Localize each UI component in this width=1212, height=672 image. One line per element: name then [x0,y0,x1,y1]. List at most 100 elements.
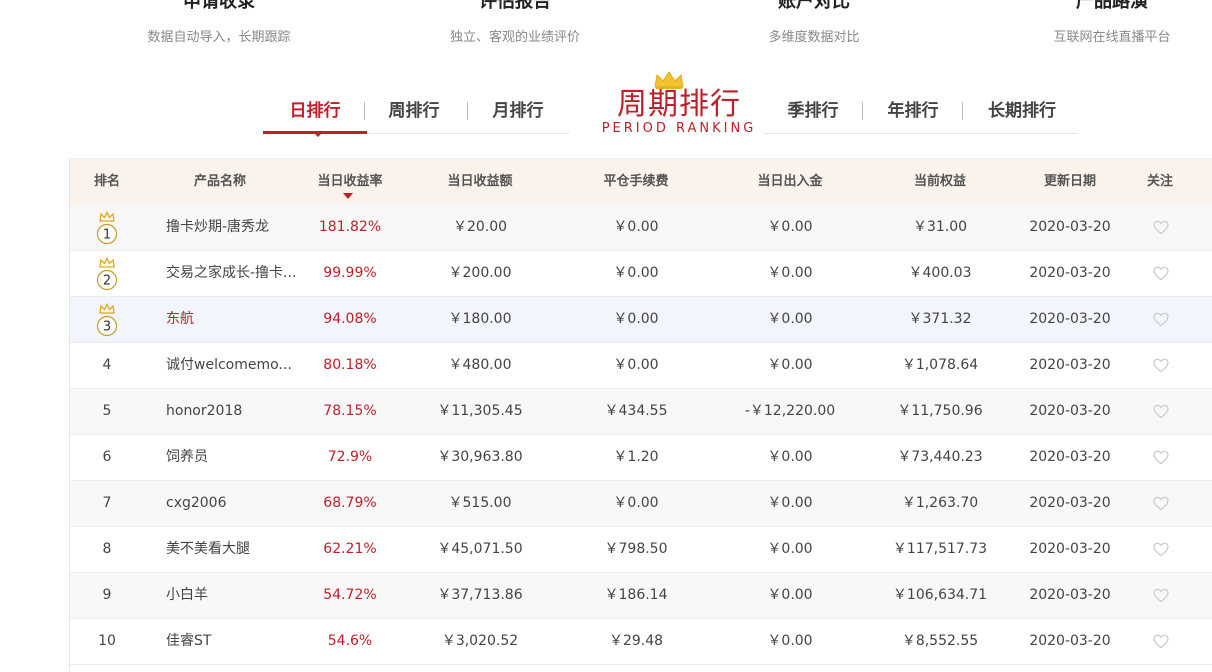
tab-long-term[interactable]: 长期排行 [972,98,1072,128]
rank-number: 3 [103,320,111,335]
closing-fee: ￥186.14 [604,587,668,603]
heart-icon[interactable] [1153,634,1169,649]
product-name-link[interactable]: 美不美看大腿 [166,527,306,572]
daily-cash-flow: ￥0.00 [767,449,813,465]
period-ranking-title-cn: 周期排行 [617,87,741,122]
heart-icon[interactable] [1153,220,1169,235]
tab-monthly[interactable]: 月排行 [473,98,563,128]
daily-cash-flow: ￥0.00 [767,357,813,373]
current-equity: ￥1,078.64 [901,357,979,373]
daily-return-rate: 99.99% [323,265,377,281]
current-equity: ￥73,440.23 [897,449,983,465]
table-row[interactable]: 3 东航 94.08% ￥180.00 ￥0.00 ￥0.00 ￥371.32 2020-03… [70,297,1212,343]
closing-fee: ￥0.00 [613,311,659,327]
tab-weekly[interactable]: 周排行 [369,98,459,128]
header-daily-return-amount[interactable]: 当日收益额 [430,159,530,205]
update-date: 2020-03-20 [1029,265,1111,281]
update-date: 2020-03-20 [1029,633,1111,649]
daily-cash-flow: ￥0.00 [767,311,813,327]
heart-icon[interactable] [1153,542,1169,557]
update-date: 2020-03-20 [1029,219,1111,235]
feature-subtitle: 数据自动导入，长期跟踪 [147,30,291,45]
header-rank: 排名 [93,174,120,189]
product-name-link[interactable]: cxg2006 [166,481,306,526]
header-current-equity[interactable]: 当前权益 [890,159,990,205]
closing-fee: ￥0.00 [613,495,659,511]
table-row[interactable]: 8 美不美看大腿 62.21% ￥45,071.50 ￥798.50 ￥0.00 ￥117,… [70,527,1212,573]
rank-crown-icon: 3 [96,303,118,337]
daily-return-amount: ￥20.00 [452,219,508,235]
table-header: 排名 产品名称 当日收益率 当日收益额 平仓手续费 当日出入金 当前权益 更新日… [70,159,1212,205]
heart-icon[interactable] [1153,404,1169,419]
header-product-name: 产品名称 [193,174,246,189]
tab-divider-line [765,133,1078,134]
update-date: 2020-03-20 [1029,495,1111,511]
table-row[interactable]: 6 饲养员 72.9% ￥30,963.80 ￥1.20 ￥0.00 ￥73,440.23 2… [70,435,1212,481]
tab-quarterly[interactable]: 季排行 [768,98,858,128]
table-row[interactable]: 5 honor2018 78.15% ￥11,305.45 ￥434.55 -￥12,22… [70,389,1212,435]
closing-fee: ￥434.55 [604,403,668,419]
closing-fee: ￥29.48 [608,633,664,649]
daily-return-rate: 181.82% [318,219,382,235]
product-name-link[interactable]: 饲养员 [166,435,306,480]
feature-subtitle: 独立、客观的业绩评价 [449,30,580,45]
current-equity: ￥31.00 [912,219,968,235]
table-row[interactable]: 7 cxg2006 68.79% ￥515.00 ￥0.00 ￥0.00 ￥1,263.70… [70,481,1212,527]
table-row[interactable]: 1 撸卡炒期-唐秀龙 181.82% ￥20.00 ￥0.00 ￥0.00 ￥31.00 20… [70,205,1212,251]
product-name-link[interactable]: 东航 [166,297,306,342]
closing-fee: ￥0.00 [613,357,659,373]
heart-icon[interactable] [1153,312,1169,327]
product-name-link[interactable]: 诚付welcomemo... [166,343,306,388]
daily-return-amount: ￥45,071.50 [437,541,523,557]
table-row[interactable]: 4 诚付welcomemo... 80.18% ￥480.00 ￥0.00 ￥0.00 ￥1… [70,343,1212,389]
feature-title: 申请收录 [183,0,255,12]
sort-desc-icon[interactable] [343,193,353,199]
heart-icon[interactable] [1153,266,1169,281]
daily-return-amount: ￥37,713.86 [437,587,523,603]
daily-cash-flow: ￥0.00 [767,541,813,557]
heart-icon[interactable] [1153,588,1169,603]
closing-fee: ￥798.50 [604,541,668,557]
rank-number: 8 [102,541,112,557]
closing-fee: ￥0.00 [613,265,659,281]
feature-title: 账户对比 [778,0,850,12]
rank-number: 2 [103,274,111,289]
period-ranking-title-en: PERIOD RANKING [601,121,757,136]
daily-cash-flow: ￥0.00 [767,219,813,235]
update-date: 2020-03-20 [1029,587,1111,603]
heart-icon[interactable] [1153,496,1169,511]
closing-fee: ￥0.00 [613,219,659,235]
rank-number: 1 [103,228,111,243]
current-equity: ￥8,552.55 [901,633,979,649]
tab-separator [862,102,863,120]
tab-daily[interactable]: 日排行 [263,98,367,128]
header-daily-cash-flow[interactable]: 当日出入金 [720,159,860,205]
rank-number: 6 [102,449,112,465]
rank-crown-icon: 1 [96,211,118,245]
daily-return-rate: 78.15% [323,403,377,419]
daily-cash-flow: ￥0.00 [767,633,813,649]
heart-icon[interactable] [1153,450,1169,465]
table-row[interactable]: 2 交易之家成长-撸卡... 99.99% ￥200.00 ￥0.00 ￥0.00 ￥400… [70,251,1212,297]
daily-return-rate: 80.18% [323,357,377,373]
tab-separator [467,102,468,120]
current-equity: ￥11,750.96 [897,403,983,419]
rank-number: 9 [102,587,112,603]
tab-yearly[interactable]: 年排行 [868,98,958,128]
header-closing-fee[interactable]: 平仓手续费 [586,159,686,205]
feature-title: 产品路演 [1076,0,1148,12]
product-name-link[interactable]: 撸卡炒期-唐秀龙 [166,205,306,250]
period-ranking-title: 周期排行 PERIOD RANKING [594,87,764,137]
product-name-link[interactable]: honor2018 [166,389,306,434]
product-name-link[interactable]: 小白羊 [166,573,306,618]
product-name-link[interactable]: 佳睿ST [166,619,306,664]
table-row[interactable]: 10 佳睿ST 54.6% ￥3,020.52 ￥29.48 ￥0.00 ￥8,552.55… [70,619,1212,665]
rank-number: 10 [98,633,116,649]
table-row[interactable]: 9 小白羊 54.72% ￥37,713.86 ￥186.14 ￥0.00 ￥106,634… [70,573,1212,619]
current-equity: ￥106,634.71 [892,587,988,603]
heart-icon[interactable] [1153,358,1169,373]
product-name-link[interactable]: 交易之家成长-撸卡... [166,251,306,296]
feature-title: 评估报告 [479,0,551,12]
daily-cash-flow: -￥12,220.00 [744,403,836,419]
daily-return-rate: 54.72% [323,587,377,603]
